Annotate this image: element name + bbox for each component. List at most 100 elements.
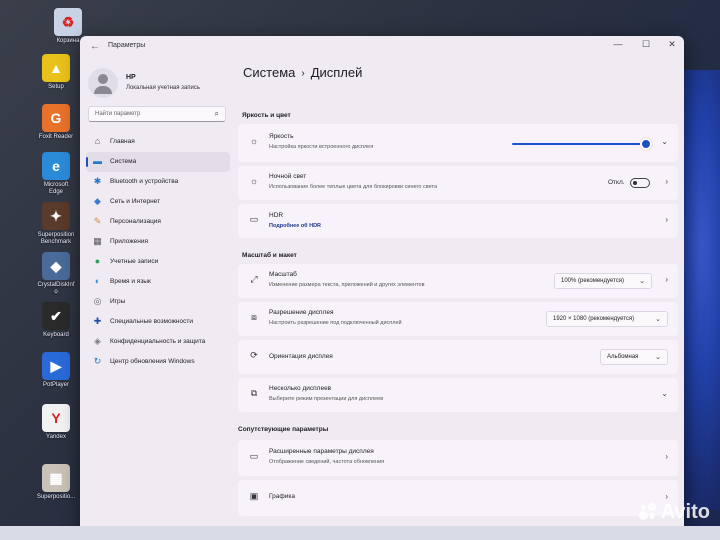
- maximize-button[interactable]: ☐: [638, 39, 654, 50]
- scale-card[interactable]: ⤢ Масштаб Изменение размера текста, прил…: [238, 264, 678, 298]
- desktop-icon[interactable]: ✔ Keyboard: [36, 302, 76, 339]
- sidebar-item[interactable]: ▦ Приложения: [86, 232, 230, 252]
- hdr-card[interactable]: ▭ HDR Подробнее об HDR ›: [238, 204, 678, 238]
- desktop-icon[interactable]: ✦ Superposition Benchmark: [36, 202, 76, 246]
- superposition-file-icon: ▦: [42, 464, 70, 492]
- sidebar-item[interactable]: ◎ Игры: [86, 292, 230, 312]
- sidebar-item[interactable]: ● Учетные записи: [86, 252, 230, 272]
- brightness-subtitle: Настройка яркости встроенного дисплея: [269, 144, 374, 150]
- apps-icon: ▦: [93, 236, 102, 246]
- chevron-down-icon[interactable]: ⌄: [661, 389, 668, 398]
- system-icon: ▬: [93, 156, 102, 166]
- desktop-icon[interactable]: ▶ PotPlayer: [36, 352, 76, 389]
- chevron-right-icon[interactable]: ›: [665, 215, 668, 224]
- night-light-card[interactable]: ☼ Ночной свет Использование более теплые…: [238, 166, 678, 200]
- brightness-icon: ☼: [249, 136, 259, 146]
- time-language-icon: ◐: [94, 276, 101, 286]
- brightness-slider[interactable]: [512, 143, 644, 145]
- sidebar-item-label: Время и язык: [110, 278, 151, 285]
- gaming-icon: ◎: [93, 296, 102, 306]
- privacy-icon: ◈: [94, 336, 101, 346]
- chevron-right-icon[interactable]: ›: [665, 177, 668, 186]
- hdr-icon: ▭: [249, 214, 259, 224]
- settings-window: ← Параметры — ☐ ✕ HP Локальная учетная з…: [80, 36, 684, 536]
- user-account-type: Локальная учетная запись: [126, 85, 200, 91]
- night-light-toggle[interactable]: [630, 178, 650, 188]
- desktop-icon[interactable]: ▲ Setup: [36, 54, 76, 91]
- windows-update-icon: ↻: [93, 356, 102, 366]
- sidebar-nav: ⌂ Главная ▬ Система ✱ Bluetooth и устройства ◆…: [86, 132, 230, 372]
- desktop-icon-label: PotPlayer: [42, 382, 69, 388]
- section-related-title: Сопутствующие параметры: [238, 426, 329, 433]
- chevron-down-icon[interactable]: ⌄: [661, 137, 668, 146]
- desktop-icon[interactable]: e Microsoft Edge: [36, 152, 76, 196]
- back-arrow-icon[interactable]: ←: [90, 41, 100, 52]
- sidebar-item-label: Приложения: [110, 238, 149, 245]
- graphics-icon: ▣: [249, 491, 259, 501]
- section-scale-title: Масштаб и макет: [242, 252, 297, 259]
- superposition-icon: ✦: [42, 202, 70, 230]
- sidebar-item-label: Конфиденциальность и защита: [110, 338, 206, 345]
- desktop-icon-label: Yandex: [46, 434, 66, 440]
- sidebar-item[interactable]: ⌂ Главная: [86, 132, 230, 152]
- orientation-card[interactable]: ⟳ Ориентация дисплея Альбомная ⌄: [238, 340, 678, 374]
- potplayer-icon: ▶: [42, 352, 70, 380]
- advanced-display-card[interactable]: ▭ Расширенные параметры дисплея Отображе…: [238, 440, 678, 476]
- desktop-icon[interactable]: Y Yandex: [36, 404, 76, 441]
- accounts-icon: ●: [94, 256, 101, 266]
- night-light-state: Откл.: [608, 179, 625, 186]
- hdr-title: HDR: [269, 212, 284, 219]
- desktop-icon-label: Setup: [48, 84, 64, 90]
- scale-dropdown[interactable]: 100% (рекомендуется) ⌄: [554, 273, 652, 289]
- active-indicator: [86, 157, 88, 167]
- avito-watermark: Avito: [638, 500, 710, 524]
- chevron-right-icon[interactable]: ›: [665, 275, 668, 284]
- brightness-slider-thumb[interactable]: [640, 138, 652, 150]
- desktop-icon[interactable]: G Foxit Reader: [36, 104, 76, 141]
- orientation-dropdown[interactable]: Альбомная ⌄: [600, 349, 668, 365]
- sidebar-item[interactable]: ◐ Время и язык: [86, 272, 230, 292]
- multiple-displays-icon: ⧉: [250, 388, 258, 398]
- minimize-button[interactable]: —: [610, 39, 626, 49]
- advanced-display-title: Расширенные параметры дисплея: [269, 448, 374, 455]
- sidebar-item[interactable]: ✚ Специальные возможности: [86, 312, 230, 332]
- breadcrumb: Система › Дисплей: [243, 65, 362, 80]
- avito-logo-icon: [638, 503, 657, 521]
- sidebar-item[interactable]: ◈ Конфиденциальность и защита: [86, 332, 230, 352]
- desktop-icon-label: Microsoft Edge: [43, 182, 69, 195]
- desktop-icon-label: CrystalDiskInfo: [37, 282, 75, 295]
- user-account[interactable]: HP Локальная учетная запись: [88, 66, 228, 100]
- sidebar: HP Локальная учетная запись Найти параме…: [80, 58, 234, 536]
- desktop-icon[interactable]: ▦ Superpositio...: [36, 464, 76, 501]
- sidebar-item-label: Специальные возможности: [110, 318, 193, 325]
- resolution-value: 1920 × 1080 (рекомендуется): [553, 316, 635, 322]
- multiple-displays-card[interactable]: ⧉ Несколько дисплеев Выберите режим през…: [238, 378, 678, 412]
- brightness-card[interactable]: ☼ Яркость Настройка яркости встроенного …: [238, 124, 678, 162]
- recycle-bin-icon: ♻: [54, 8, 82, 36]
- resolution-card[interactable]: ⧈ Разрешение дисплея Настроить разрешени…: [238, 302, 678, 336]
- watermark-text: Avito: [660, 501, 710, 523]
- sidebar-item-label: Центр обновления Windows: [110, 358, 195, 365]
- desktop-icon-label: Keyboard: [43, 332, 69, 338]
- night-light-title: Ночной свет: [269, 173, 307, 180]
- sidebar-item[interactable]: ↻ Центр обновления Windows: [86, 352, 230, 372]
- advanced-display-subtitle: Отображение сведений, частота обновления: [269, 459, 385, 465]
- sidebar-item[interactable]: ▬ Система: [86, 152, 230, 172]
- chevron-right-icon[interactable]: ›: [665, 452, 668, 461]
- resolution-dropdown[interactable]: 1920 × 1080 (рекомендуется) ⌄: [546, 311, 668, 327]
- breadcrumb-parent[interactable]: Система: [243, 65, 295, 80]
- search-input[interactable]: Найти параметр ⌕: [88, 106, 226, 122]
- sidebar-item[interactable]: ✱ Bluetooth и устройства: [86, 172, 230, 192]
- sidebar-item-label: Персонализация: [110, 218, 161, 225]
- close-button[interactable]: ✕: [664, 39, 680, 50]
- chevron-right-icon: ›: [301, 68, 305, 79]
- home-icon: ⌂: [94, 136, 101, 146]
- avatar: [88, 68, 118, 98]
- sidebar-item[interactable]: ◆ Сеть и Интернет: [86, 192, 230, 212]
- graphics-card[interactable]: ▣ Графика ›: [238, 480, 678, 516]
- desktop-icon[interactable]: ◆ CrystalDiskInfo: [36, 252, 76, 296]
- resolution-icon: ⧈: [251, 312, 257, 322]
- taskbar[interactable]: [0, 526, 720, 540]
- sidebar-item[interactable]: ✎ Персонализация: [86, 212, 230, 232]
- hdr-link[interactable]: Подробнее об HDR: [269, 223, 321, 229]
